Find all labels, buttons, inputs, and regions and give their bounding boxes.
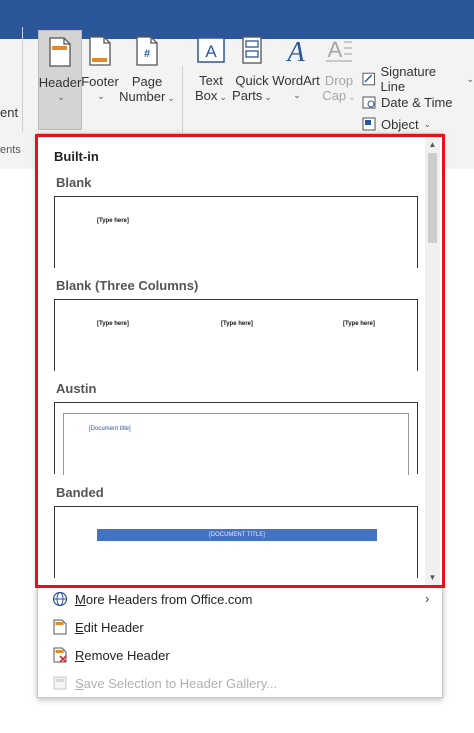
placeholder-text: [Document title] bbox=[89, 426, 131, 432]
edit-header-label: Edit Header bbox=[75, 619, 144, 635]
header-button-label: Header bbox=[38, 75, 82, 90]
quick-parts-label-line1: Quick bbox=[235, 73, 269, 88]
more-headers-menu-item[interactable]: More Headers from Office.com › bbox=[38, 586, 442, 612]
gallery-item-title: Blank (Three Columns) bbox=[56, 278, 199, 293]
scroll-up-arrow-icon[interactable]: ▲ bbox=[425, 137, 440, 152]
chevron-down-icon: ⌄ bbox=[348, 92, 356, 102]
cut-off-button-label[interactable]: ent bbox=[0, 105, 18, 120]
ribbon-separator bbox=[22, 27, 23, 132]
banded-title-bar: [DOCUMENT TITLE] bbox=[97, 529, 377, 541]
placeholder-text: [Type here] bbox=[221, 321, 253, 327]
footer-button[interactable]: Footer ⌄ bbox=[81, 30, 119, 130]
save-selection-label: Save Selection to Header Gallery... bbox=[75, 675, 278, 691]
remove-header-menu-item[interactable]: Remove Header bbox=[38, 642, 442, 668]
more-headers-label: More Headers from Office.com bbox=[75, 591, 253, 607]
placeholder-text: [DOCUMENT TITLE] bbox=[209, 532, 265, 538]
chevron-down-icon: ⌄ bbox=[423, 118, 432, 129]
quick-parts-label-line2: Parts ⌄ bbox=[232, 88, 272, 103]
edit-header-menu-item[interactable]: Edit Header bbox=[38, 614, 442, 640]
text-box-label-line1: Text bbox=[199, 73, 223, 88]
save-selection-icon bbox=[53, 676, 67, 690]
chevron-down-icon: ⌄ bbox=[97, 91, 105, 101]
header-icon bbox=[49, 37, 71, 67]
svg-text:A: A bbox=[328, 37, 343, 62]
chevron-right-icon: › bbox=[425, 591, 430, 606]
chevron-down-icon: ⌄ bbox=[264, 92, 272, 102]
signature-line-label: Signature Line bbox=[380, 64, 437, 94]
gallery-item-blank[interactable]: [Type here] bbox=[54, 196, 418, 268]
placeholder-text: [Type here] bbox=[97, 218, 129, 224]
edit-header-icon bbox=[53, 619, 67, 635]
gallery-item-banded[interactable]: [DOCUMENT TITLE] bbox=[54, 506, 418, 578]
scrollbar-thumb[interactable] bbox=[428, 153, 437, 243]
quick-parts-icon bbox=[242, 36, 262, 64]
wordart-button[interactable]: A WordArt ⌄ bbox=[272, 30, 320, 130]
page-number-label-line2: Number ⌄ bbox=[119, 89, 175, 104]
cut-off-group-label: ents bbox=[0, 144, 21, 156]
chevron-down-icon: ⌄ bbox=[466, 73, 474, 84]
chevron-down-icon: ⌄ bbox=[219, 92, 227, 102]
header-gallery: Built-in Blank [Type here] Blank (Three … bbox=[40, 137, 424, 585]
chevron-down-icon: ⌄ bbox=[167, 93, 175, 103]
drop-cap-button[interactable]: A Drop Cap ⌄ bbox=[320, 30, 358, 130]
svg-text:A: A bbox=[285, 37, 305, 65]
date-time-label: Date & Time bbox=[381, 94, 453, 110]
scroll-down-arrow-icon[interactable]: ▼ bbox=[425, 570, 440, 585]
signature-line-icon bbox=[362, 72, 376, 86]
svg-text:#: # bbox=[144, 48, 150, 60]
page-number-button[interactable]: # Page Number ⌄ bbox=[118, 30, 176, 130]
footer-button-label: Footer bbox=[81, 74, 119, 89]
svg-text:A: A bbox=[205, 42, 217, 61]
page-number-label-line1: Page bbox=[131, 74, 163, 89]
page-number-icon: # bbox=[136, 36, 158, 66]
footer-icon bbox=[89, 36, 111, 66]
gallery-item-austin[interactable]: [Document title] bbox=[54, 402, 418, 475]
header-button[interactable]: Header ⌄ bbox=[38, 30, 82, 130]
gallery-item-blank-three-columns[interactable]: [Type here] [Type here] [Type here] bbox=[54, 299, 418, 371]
chevron-down-icon: ⌄ bbox=[57, 92, 65, 102]
text-box-button[interactable]: A Text Box ⌄ bbox=[190, 30, 232, 130]
chevron-down-icon: ⌄ bbox=[293, 90, 301, 100]
save-selection-menu-item[interactable]: Save Selection to Header Gallery... bbox=[38, 670, 442, 696]
header-dropdown-menu: Built-in Blank [Type here] Blank (Three … bbox=[37, 133, 443, 698]
object-label: Object bbox=[381, 116, 419, 132]
gallery-section-title: Built-in bbox=[54, 149, 99, 164]
date-time-button[interactable]: Date & Time bbox=[362, 92, 453, 112]
globe-icon bbox=[52, 591, 68, 607]
remove-header-label: Remove Header bbox=[75, 647, 170, 663]
remove-header-icon bbox=[53, 647, 67, 663]
quick-parts-button[interactable]: Quick Parts ⌄ bbox=[232, 30, 272, 130]
drop-cap-label-line2: Cap ⌄ bbox=[322, 88, 356, 103]
drop-cap-label-line1: Drop bbox=[324, 73, 354, 88]
gallery-scrollbar[interactable]: ▲ ▼ bbox=[425, 137, 440, 585]
gallery-item-title: Banded bbox=[56, 485, 104, 500]
text-box-icon: A bbox=[197, 37, 225, 63]
drop-cap-icon: A bbox=[326, 37, 352, 62]
placeholder-text: [Type here] bbox=[97, 321, 129, 327]
text-box-label-line2: Box ⌄ bbox=[195, 88, 227, 103]
austin-frame bbox=[63, 413, 409, 475]
wordart-label: WordArt bbox=[272, 73, 320, 88]
signature-line-button[interactable]: Signature Line ⌄ bbox=[362, 64, 474, 94]
date-time-icon bbox=[362, 96, 376, 109]
wordart-icon: A bbox=[285, 37, 305, 65]
placeholder-text: [Type here] bbox=[343, 321, 375, 327]
object-icon bbox=[362, 117, 376, 131]
object-button[interactable]: Object ⌄ bbox=[362, 114, 431, 134]
gallery-item-title: Blank bbox=[56, 175, 92, 190]
gallery-item-title: Austin bbox=[56, 381, 97, 396]
